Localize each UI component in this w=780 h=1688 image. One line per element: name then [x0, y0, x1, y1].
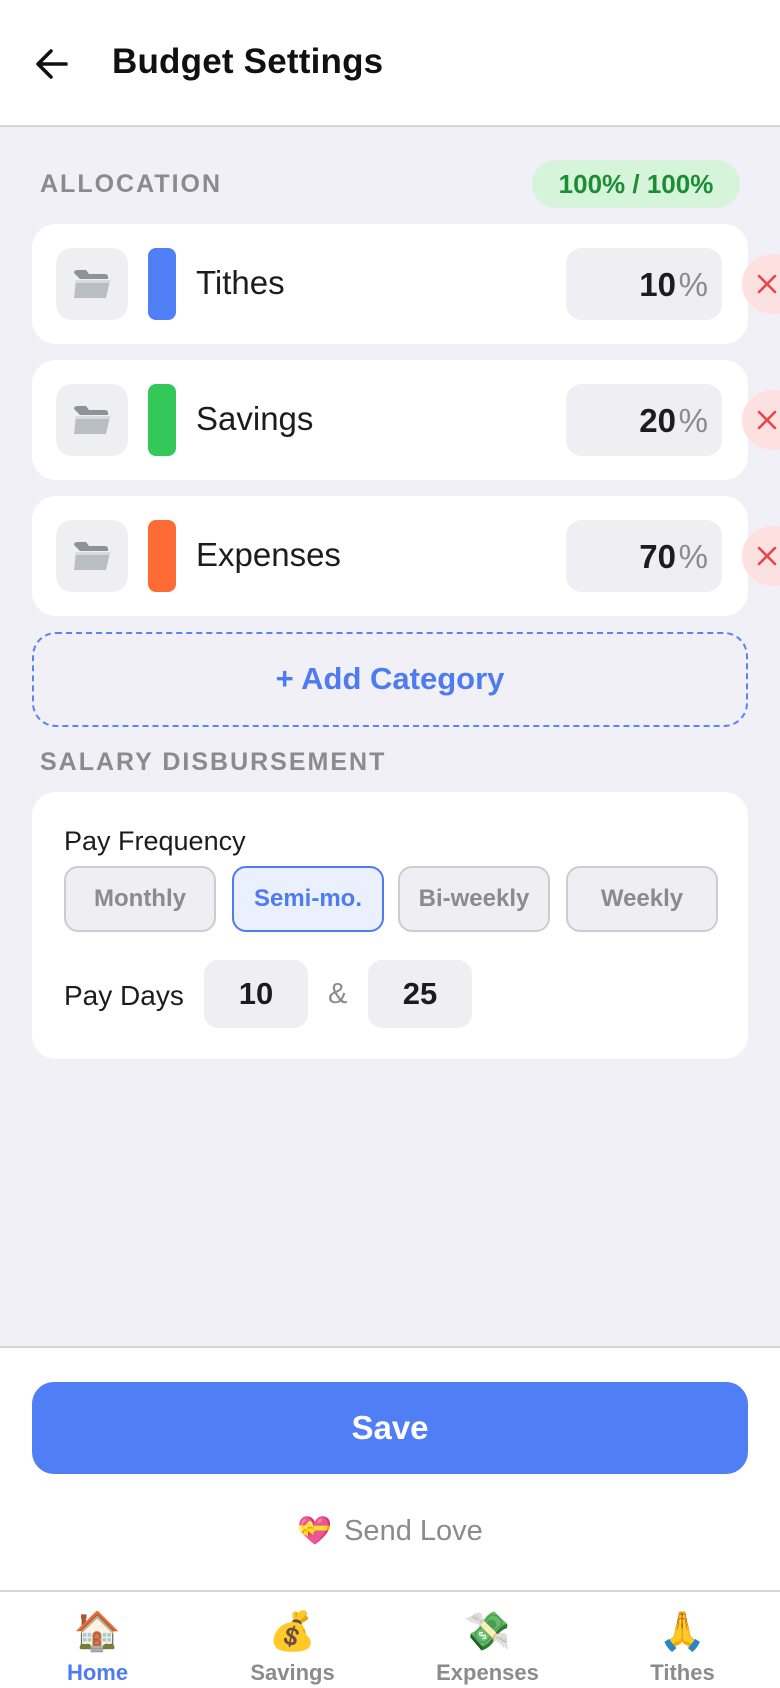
- category-color-swatch[interactable]: [148, 520, 176, 592]
- category-percent-input[interactable]: 20 %: [566, 384, 722, 456]
- category-card-expenses: Expenses 70 %: [32, 496, 748, 616]
- tab-label: Tithes: [650, 1660, 715, 1685]
- percent-sign: %: [678, 538, 708, 575]
- pay-frequency-label: Pay Frequency: [64, 826, 246, 856]
- pay-days-separator: &: [328, 978, 348, 1010]
- heart-gift-icon: 💝: [297, 1515, 333, 1546]
- frequency-option-bi-weekly[interactable]: Bi-weekly: [398, 866, 550, 932]
- folder-icon: [74, 542, 110, 570]
- send-love-label: Send Love: [344, 1515, 483, 1547]
- add-category-button[interactable]: + Add Category: [32, 632, 748, 727]
- frequency-option-monthly[interactable]: Monthly: [64, 866, 216, 932]
- tab-savings[interactable]: 💰 Savings: [195, 1592, 390, 1688]
- send-love-link[interactable]: 💝 Send Love: [0, 1514, 780, 1548]
- folder-icon-button[interactable]: [56, 384, 128, 456]
- folder-icon: [74, 270, 110, 298]
- tab-label: Home: [66, 1660, 129, 1685]
- salary-section-label: SALARY DISBURSEMENT: [40, 748, 387, 776]
- category-name[interactable]: Expenses: [196, 536, 341, 574]
- percent-sign: %: [678, 266, 708, 303]
- tab-label: Expenses: [436, 1660, 539, 1685]
- category-percent-input[interactable]: 10 %: [566, 248, 722, 320]
- percent-value: 20: [639, 402, 676, 439]
- percent-value: 10: [639, 266, 676, 303]
- category-color-swatch[interactable]: [148, 384, 176, 456]
- praying-hands-icon: 🙏: [658, 1611, 707, 1653]
- save-button[interactable]: Save: [32, 1382, 748, 1474]
- bottom-tab-bar: 🏠 Home 💰 Savings 💸 Expenses 🙏 Tithes: [0, 1590, 780, 1688]
- frequency-option-weekly[interactable]: Weekly: [566, 866, 718, 932]
- salary-disbursement-card: Pay Frequency Monthly Semi-mo. Bi-weekly…: [32, 792, 748, 1059]
- close-icon: [757, 274, 777, 294]
- category-name[interactable]: Tithes: [196, 264, 285, 302]
- pay-day-1-input[interactable]: 10: [204, 960, 308, 1028]
- page-title: Budget Settings: [112, 42, 384, 81]
- tab-expenses[interactable]: 💸 Expenses: [390, 1592, 585, 1688]
- category-card-tithes: Tithes 10 %: [32, 224, 748, 344]
- tab-label: Savings: [250, 1660, 335, 1685]
- folder-icon: [74, 406, 110, 434]
- house-icon: 🏠: [73, 1611, 122, 1653]
- category-card-savings: Savings 20 %: [32, 360, 748, 480]
- percent-value: 70: [639, 538, 676, 575]
- folder-icon-button[interactable]: [56, 520, 128, 592]
- footer-actions: Save 💝 Send Love: [0, 1346, 780, 1590]
- back-arrow-icon[interactable]: [30, 42, 74, 86]
- close-icon: [757, 546, 777, 566]
- category-percent-input[interactable]: 70 %: [566, 520, 722, 592]
- close-icon: [757, 410, 777, 430]
- pay-day-2-input[interactable]: 25: [368, 960, 472, 1028]
- allocation-total-badge: 100% / 100%: [532, 160, 740, 208]
- category-color-swatch[interactable]: [148, 248, 176, 320]
- pay-days-label: Pay Days: [64, 980, 184, 1011]
- tab-tithes[interactable]: 🙏 Tithes: [585, 1592, 780, 1688]
- frequency-option-semi-monthly[interactable]: Semi-mo.: [232, 866, 384, 932]
- money-wings-icon: 💸: [463, 1611, 512, 1653]
- allocation-section-label: ALLOCATION: [40, 170, 223, 198]
- category-name[interactable]: Savings: [196, 400, 313, 438]
- app-header: Budget Settings: [0, 0, 780, 127]
- tab-home[interactable]: 🏠 Home: [0, 1592, 195, 1688]
- money-bag-icon: 💰: [268, 1611, 317, 1653]
- folder-icon-button[interactable]: [56, 248, 128, 320]
- percent-sign: %: [678, 402, 708, 439]
